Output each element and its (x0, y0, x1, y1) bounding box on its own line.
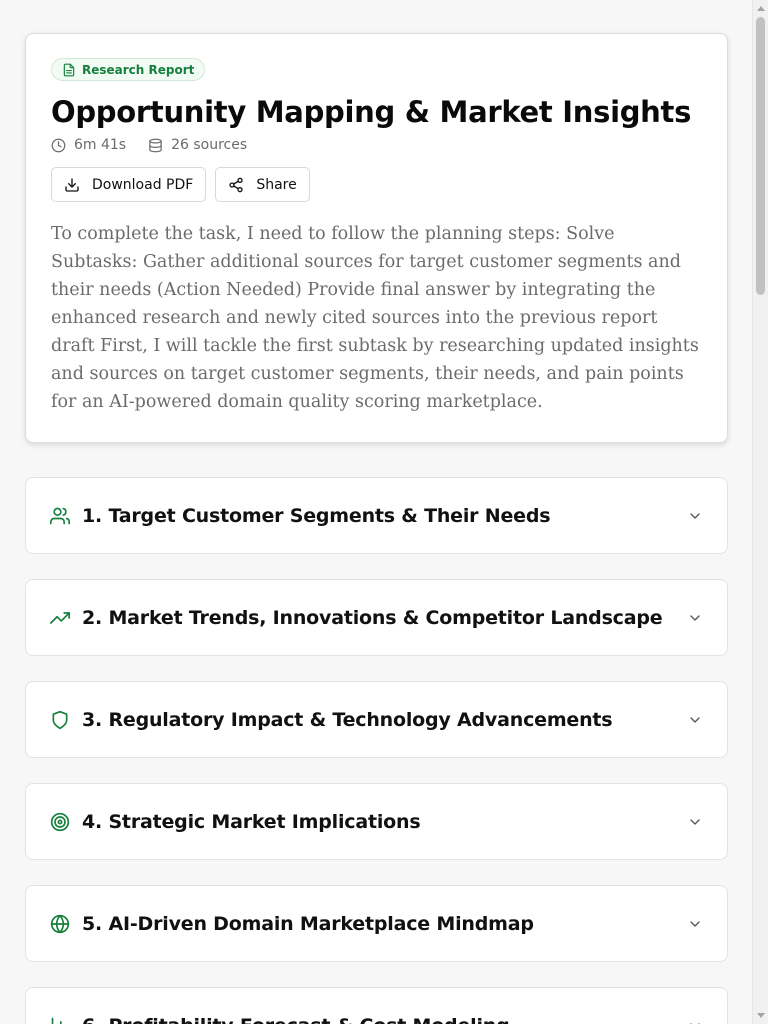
report-actions: Download PDF Share (51, 167, 702, 202)
section-title: 4. Strategic Market Implications (82, 810, 421, 833)
section-regulatory-impact[interactable]: 3. Regulatory Impact & Technology Advanc… (25, 681, 728, 758)
trending-up-icon (50, 611, 70, 624)
duration-item: 6m 41s (51, 137, 126, 153)
database-icon (149, 138, 162, 152)
globe-icon (50, 914, 70, 933)
download-pdf-button[interactable]: Download PDF (51, 167, 207, 202)
shield-icon (52, 710, 68, 729)
users-icon (50, 507, 70, 524)
sources-item: 26 sources (148, 137, 247, 153)
section-title: 6. Profitability Forecast & Cost Modelin… (82, 1015, 687, 1024)
chevron-down-icon[interactable] (687, 814, 703, 830)
report-type-badge: Research Report (51, 58, 206, 81)
section-profitability-forecast[interactable]: 6. Profitability Forecast & Cost Modelin… (25, 987, 728, 1024)
scrollbar-thumb[interactable] (756, 17, 765, 295)
chevron-down-icon[interactable] (687, 712, 703, 728)
section-strategic-implications[interactable]: 4. Strategic Market Implications (25, 783, 728, 860)
section-market-trends[interactable]: 2. Market Trends, Innovations & Competit… (25, 579, 728, 656)
share-label: Share (256, 176, 297, 193)
page-title: Opportunity Mapping & Market Insights (51, 95, 692, 129)
scroll-up-arrow-icon[interactable] (757, 6, 765, 11)
duration-text: 6m 41s (74, 137, 127, 153)
chevron-down-icon[interactable] (687, 610, 703, 626)
scroll-down-arrow-icon[interactable] (757, 1013, 765, 1018)
section-mindmap[interactable]: 5. AI-Driven Domain Marketplace Mindmap (25, 885, 728, 962)
download-icon (65, 177, 79, 192)
chevron-down-icon[interactable] (687, 916, 703, 932)
target-icon (50, 812, 70, 831)
chevron-down-icon[interactable] (687, 508, 703, 524)
section-title: 3. Regulatory Impact & Technology Advanc… (82, 708, 613, 731)
file-text-icon (63, 63, 75, 76)
section-title: 1. Target Customer Segments & Their Need… (82, 504, 551, 527)
chevron-down-icon[interactable] (687, 1018, 703, 1024)
vertical-scrollbar[interactable] (752, 0, 768, 1024)
report-header-card: Research Report Opportunity Mapping & Ma… (25, 33, 728, 443)
report-meta: 6m 41s 26 sources (51, 137, 702, 153)
section-title: 5. AI-Driven Domain Marketplace Mindmap (82, 912, 534, 935)
bar-chart-icon (51, 1017, 62, 1024)
sources-text: 26 sources (171, 137, 248, 153)
download-pdf-label: Download PDF (92, 176, 194, 193)
section-title: 2. Market Trends, Innovations & Competit… (82, 606, 663, 629)
share-button[interactable]: Share (215, 167, 310, 202)
share-icon (229, 177, 243, 192)
badge-label: Research Report (82, 62, 195, 77)
section-target-customer-segments[interactable]: 1. Target Customer Segments & Their Need… (25, 477, 728, 554)
report-description: To complete the task, I need to follow t… (51, 224, 699, 412)
clock-icon (51, 138, 66, 152)
